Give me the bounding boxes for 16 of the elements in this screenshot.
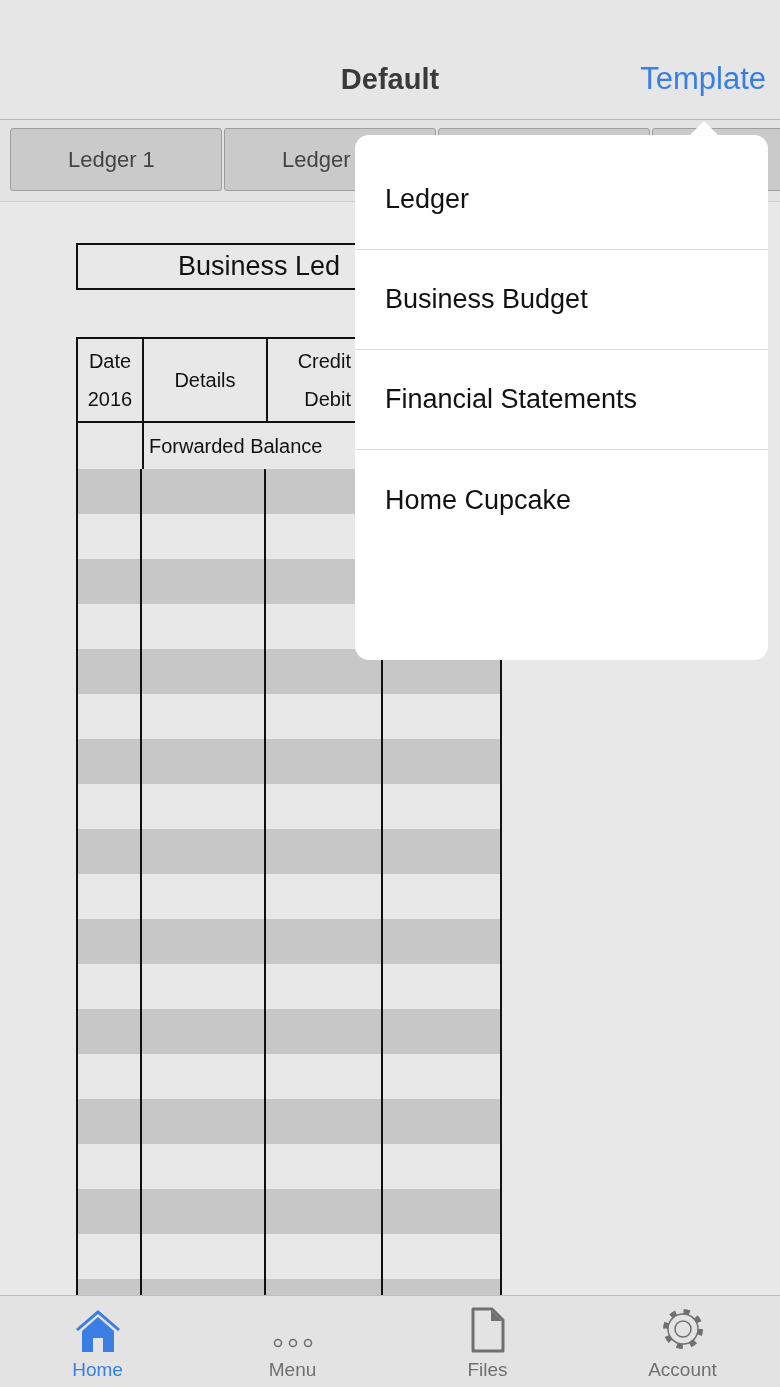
file-icon [469,1307,506,1353]
template-option[interactable]: Home Cupcake [355,450,768,550]
ledger-title: Business Led [178,251,341,282]
table-cell: Forwarded Balance [149,434,323,458]
column-header: Details [144,339,268,421]
window-title: Default [340,63,440,97]
tab-bar-item[interactable]: Home [0,1296,195,1387]
tab-bar-item[interactable]: Account [585,1296,780,1387]
template-option[interactable]: Financial Statements [355,350,768,450]
tab-bar-item[interactable]: Menu [195,1296,390,1387]
tab-bar-item[interactable]: Files [390,1296,585,1387]
template-option[interactable]: Business Budget [355,250,768,350]
template-option[interactable]: Ledger [355,150,768,250]
ledger-tab[interactable]: Ledger 1 [10,128,222,191]
column-header: Date 2016 [78,339,144,421]
template-button[interactable]: Template [640,61,766,97]
